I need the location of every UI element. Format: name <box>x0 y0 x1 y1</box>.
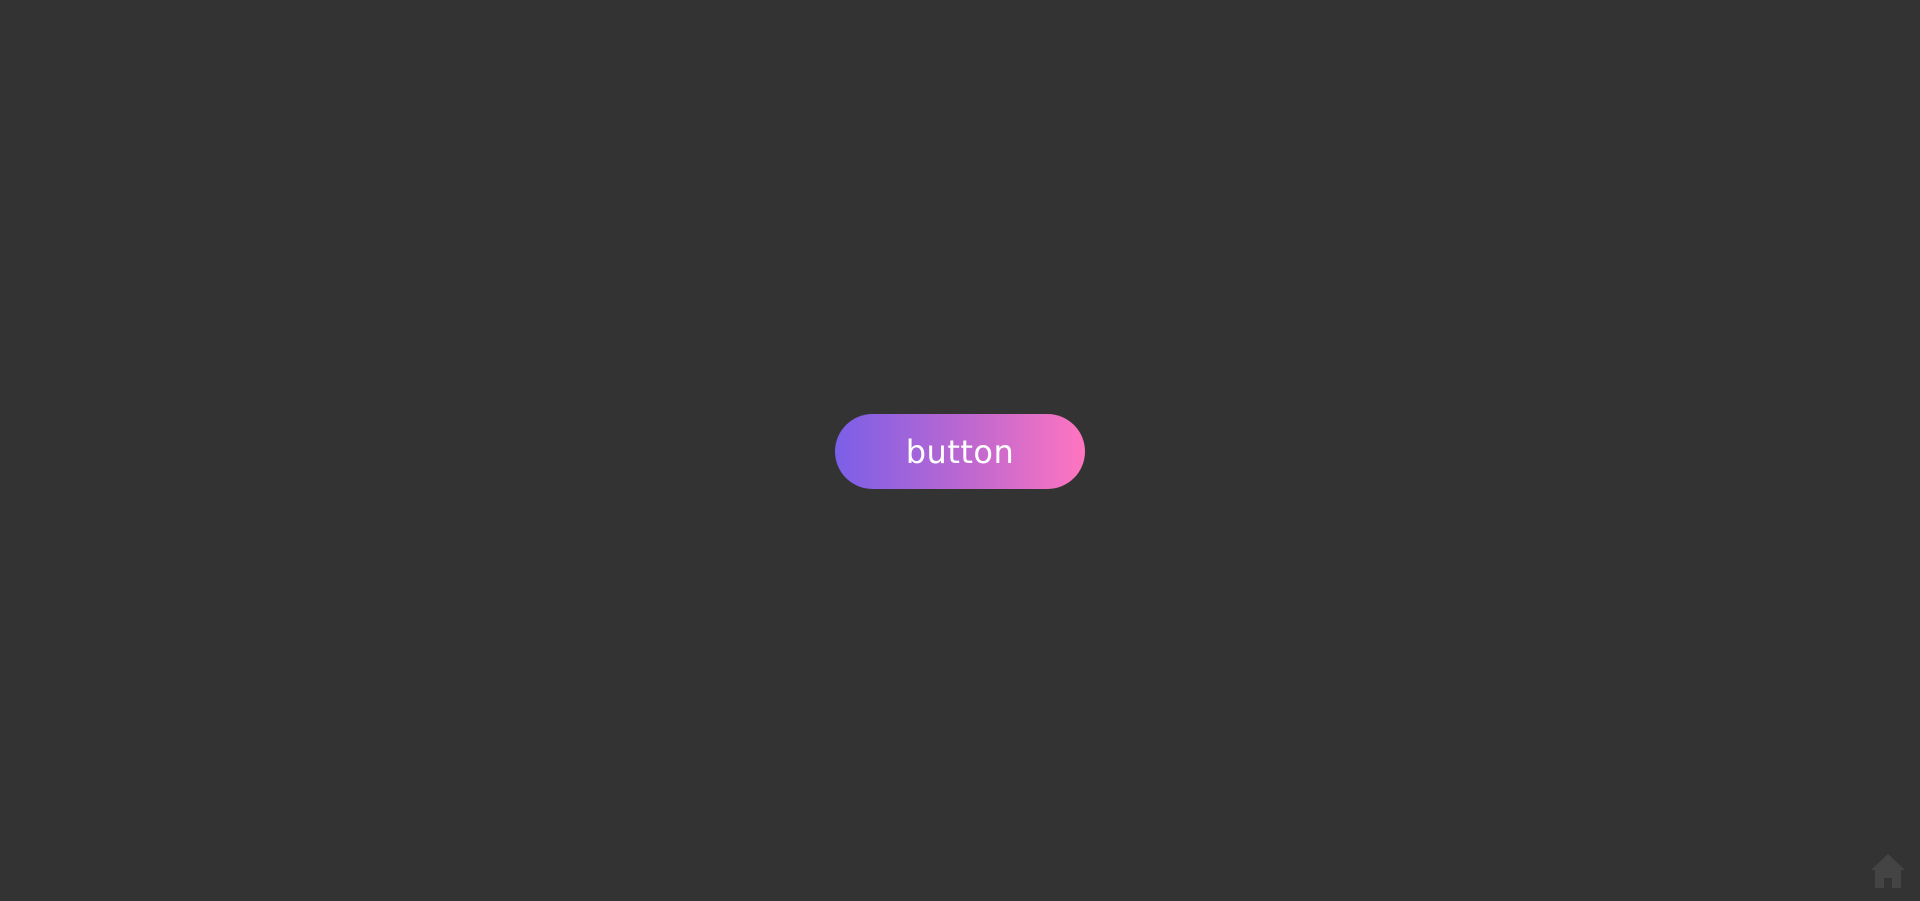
page-canvas: button <box>0 0 1920 901</box>
home-icon <box>1871 854 1905 888</box>
gradient-button[interactable]: button <box>835 414 1085 489</box>
home-link[interactable] <box>1868 851 1908 891</box>
